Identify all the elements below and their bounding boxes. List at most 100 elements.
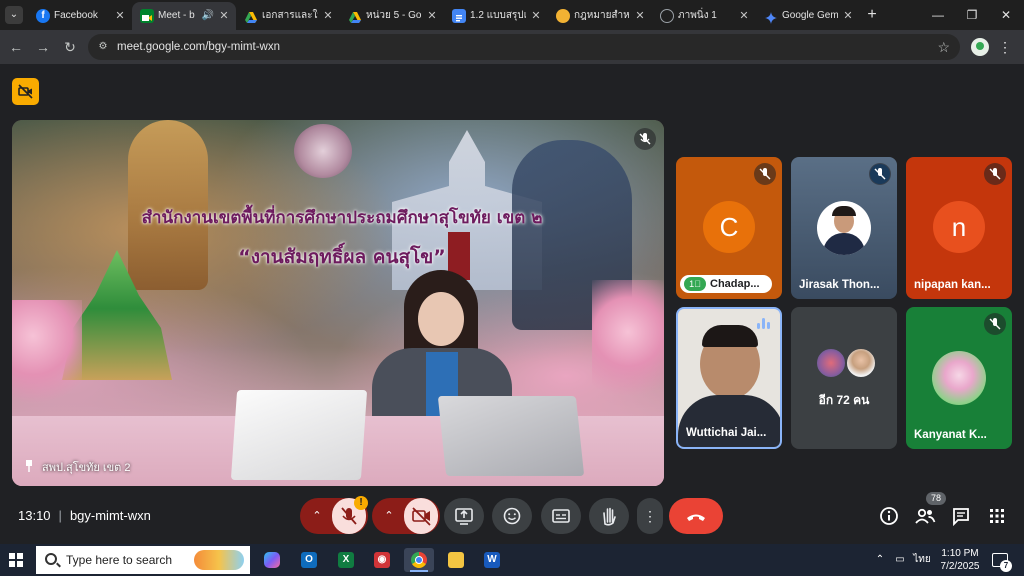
emoji-icon <box>503 507 521 525</box>
captions-button[interactable] <box>541 498 581 534</box>
pin-icon[interactable] <box>24 460 34 472</box>
meeting-details: 13:10 | bgy-mimt-wxn <box>18 508 151 523</box>
taskbar-search-input[interactable]: Type here to search <box>36 546 250 574</box>
people-button[interactable] <box>913 504 937 528</box>
system-clock[interactable]: 1:10 PM 7/2/2025 <box>934 547 986 573</box>
chrome-app[interactable] <box>404 548 434 572</box>
network-icon[interactable]: ▭ <box>891 544 909 576</box>
meeting-code[interactable]: bgy-mimt-wxn <box>70 508 151 523</box>
more-participants-tile[interactable]: อีก 72 คน <box>791 307 897 449</box>
laptop-image <box>437 396 585 476</box>
more-options-button[interactable]: ⋮ <box>637 498 663 534</box>
camera-toggle-button[interactable] <box>404 498 438 534</box>
copilot-app[interactable] <box>257 548 287 572</box>
bookmark-star-icon[interactable]: ☆ <box>937 34 950 60</box>
restore-button[interactable]: ❐ <box>955 0 989 30</box>
address-bar[interactable]: ⚙ meet.google.com/bgy-mimt-wxn ☆ <box>88 34 960 60</box>
flowers-decoration <box>12 300 82 420</box>
participant-tile[interactable]: Kanyanat K... <box>906 307 1012 449</box>
hang-up-icon <box>687 514 705 521</box>
file-explorer-app[interactable] <box>441 548 471 572</box>
search-icon <box>45 553 57 565</box>
captions-icon <box>552 509 570 523</box>
meet-stage: สำนักงานเขตพื้นที่การศึกษาประถมศึกษาสุโข… <box>0 64 1024 544</box>
tab-search-button[interactable]: ⌄ <box>5 6 23 24</box>
google-drive-icon <box>244 9 258 23</box>
search-highlight-image[interactable] <box>194 550 244 570</box>
participant-tile[interactable]: C 1⃣ Chadap... <box>676 157 782 299</box>
mic-off-icon <box>754 163 776 185</box>
reload-button[interactable]: ↻ <box>59 36 81 58</box>
clock-time: 1:10 PM <box>941 548 979 559</box>
participant-tile[interactable]: n nipapan kan... <box>906 157 1012 299</box>
raise-hand-button[interactable] <box>589 498 629 534</box>
close-icon[interactable]: ✕ <box>114 2 126 30</box>
window-close-button[interactable]: ✕ <box>989 0 1023 30</box>
new-tab-button[interactable]: + <box>862 5 882 25</box>
site-info-icon[interactable]: ⚙ <box>96 40 110 54</box>
mic-off-icon <box>634 128 656 150</box>
leave-call-button[interactable] <box>669 498 723 534</box>
present-screen-icon <box>455 508 473 525</box>
activities-button[interactable] <box>985 504 1009 528</box>
input-language[interactable]: ไทย <box>912 544 932 576</box>
word-app[interactable]: W <box>477 548 507 572</box>
emblem-image <box>294 124 352 178</box>
tab-drive-1[interactable]: เอกสารและใบเ ✕ <box>236 2 340 30</box>
tab-law[interactable]: กฎหมายสำหรั ✕ <box>548 2 652 30</box>
tab-meet[interactable]: Meet - b 🔊 ✕ <box>132 2 236 30</box>
participant-tile-active-speaker[interactable]: Wuttichai Jai... <box>676 307 782 449</box>
camera-control: ⌃ <box>372 498 440 534</box>
excel-app[interactable]: X <box>331 548 361 572</box>
tab-docs[interactable]: 1.2 แบบสรุปแ ✕ <box>444 2 548 30</box>
browser-menu-button[interactable]: ⋮ <box>998 36 1012 58</box>
tab-label: 1.2 แบบสรุปแ <box>470 10 526 21</box>
participant-tile[interactable]: Jirasak Thon... <box>791 157 897 299</box>
hand-icon <box>603 507 616 526</box>
camera-off-indicator[interactable] <box>12 78 39 105</box>
close-icon[interactable]: ✕ <box>842 2 854 30</box>
participant-name: Chadap... <box>710 278 760 290</box>
avatar: n <box>933 201 985 253</box>
banner-title: สำนักงานเขตพื้นที่การศึกษาประถมศึกษาสุโข… <box>141 208 543 228</box>
mic-warning-badge[interactable]: ! <box>354 496 368 510</box>
chevron-up-icon[interactable]: ⌃ <box>380 498 398 534</box>
close-icon[interactable]: ✕ <box>218 2 230 30</box>
outlook-app[interactable]: O <box>294 548 324 572</box>
close-icon[interactable]: ✕ <box>530 2 542 30</box>
speaking-indicator-icon <box>756 317 772 331</box>
tab-gemini[interactable]: Google Gem ✕ <box>756 2 860 30</box>
close-icon[interactable]: ✕ <box>322 2 334 30</box>
camera-icon: ◉ <box>374 552 390 568</box>
camera-app[interactable]: ◉ <box>367 548 397 572</box>
meeting-details-button[interactable] <box>877 504 901 528</box>
tab-facebook[interactable]: f Facebook ✕ <box>28 2 132 30</box>
close-icon[interactable]: ✕ <box>738 2 750 30</box>
url-text[interactable]: meet.google.com/bgy-mimt-wxn <box>117 34 280 60</box>
reactions-button[interactable] <box>492 498 532 534</box>
tab-label: ภาพนิ่ง 1 <box>678 10 717 21</box>
participant-name: สพป.สุโขทัย เขต 2 <box>24 458 131 476</box>
tab-drive-2[interactable]: หน่วย 5 - Go ✕ <box>340 2 444 30</box>
notification-count: 7 <box>1000 560 1012 572</box>
forward-button[interactable]: → <box>32 36 54 58</box>
windows-start-icon[interactable] <box>9 553 23 567</box>
present-screen-button[interactable] <box>444 498 484 534</box>
gemini-icon <box>764 9 778 24</box>
participant-name: Kanyanat K... <box>914 429 987 441</box>
speaker-icon[interactable]: 🔊 <box>202 2 214 30</box>
tab-slide[interactable]: ภาพนิ่ง 1 ✕ <box>652 2 756 30</box>
close-icon[interactable]: ✕ <box>426 2 438 30</box>
main-video-tile[interactable]: สำนักงานเขตพื้นที่การศึกษาประถมศึกษาสุโข… <box>12 120 664 486</box>
extension-icon[interactable] <box>971 38 989 56</box>
minimize-button[interactable]: — <box>921 0 955 30</box>
close-icon[interactable]: ✕ <box>634 2 646 30</box>
back-button[interactable]: ← <box>5 36 27 58</box>
apps-grid-icon <box>990 509 1004 523</box>
search-placeholder: Type here to search <box>66 553 173 567</box>
chevron-up-icon[interactable]: ⌃ <box>872 544 888 576</box>
tab-label: เอกสารและใบเ <box>262 10 318 21</box>
chevron-up-icon[interactable]: ⌃ <box>308 498 326 534</box>
chrome-icon <box>411 552 427 568</box>
chat-button[interactable] <box>949 504 973 528</box>
